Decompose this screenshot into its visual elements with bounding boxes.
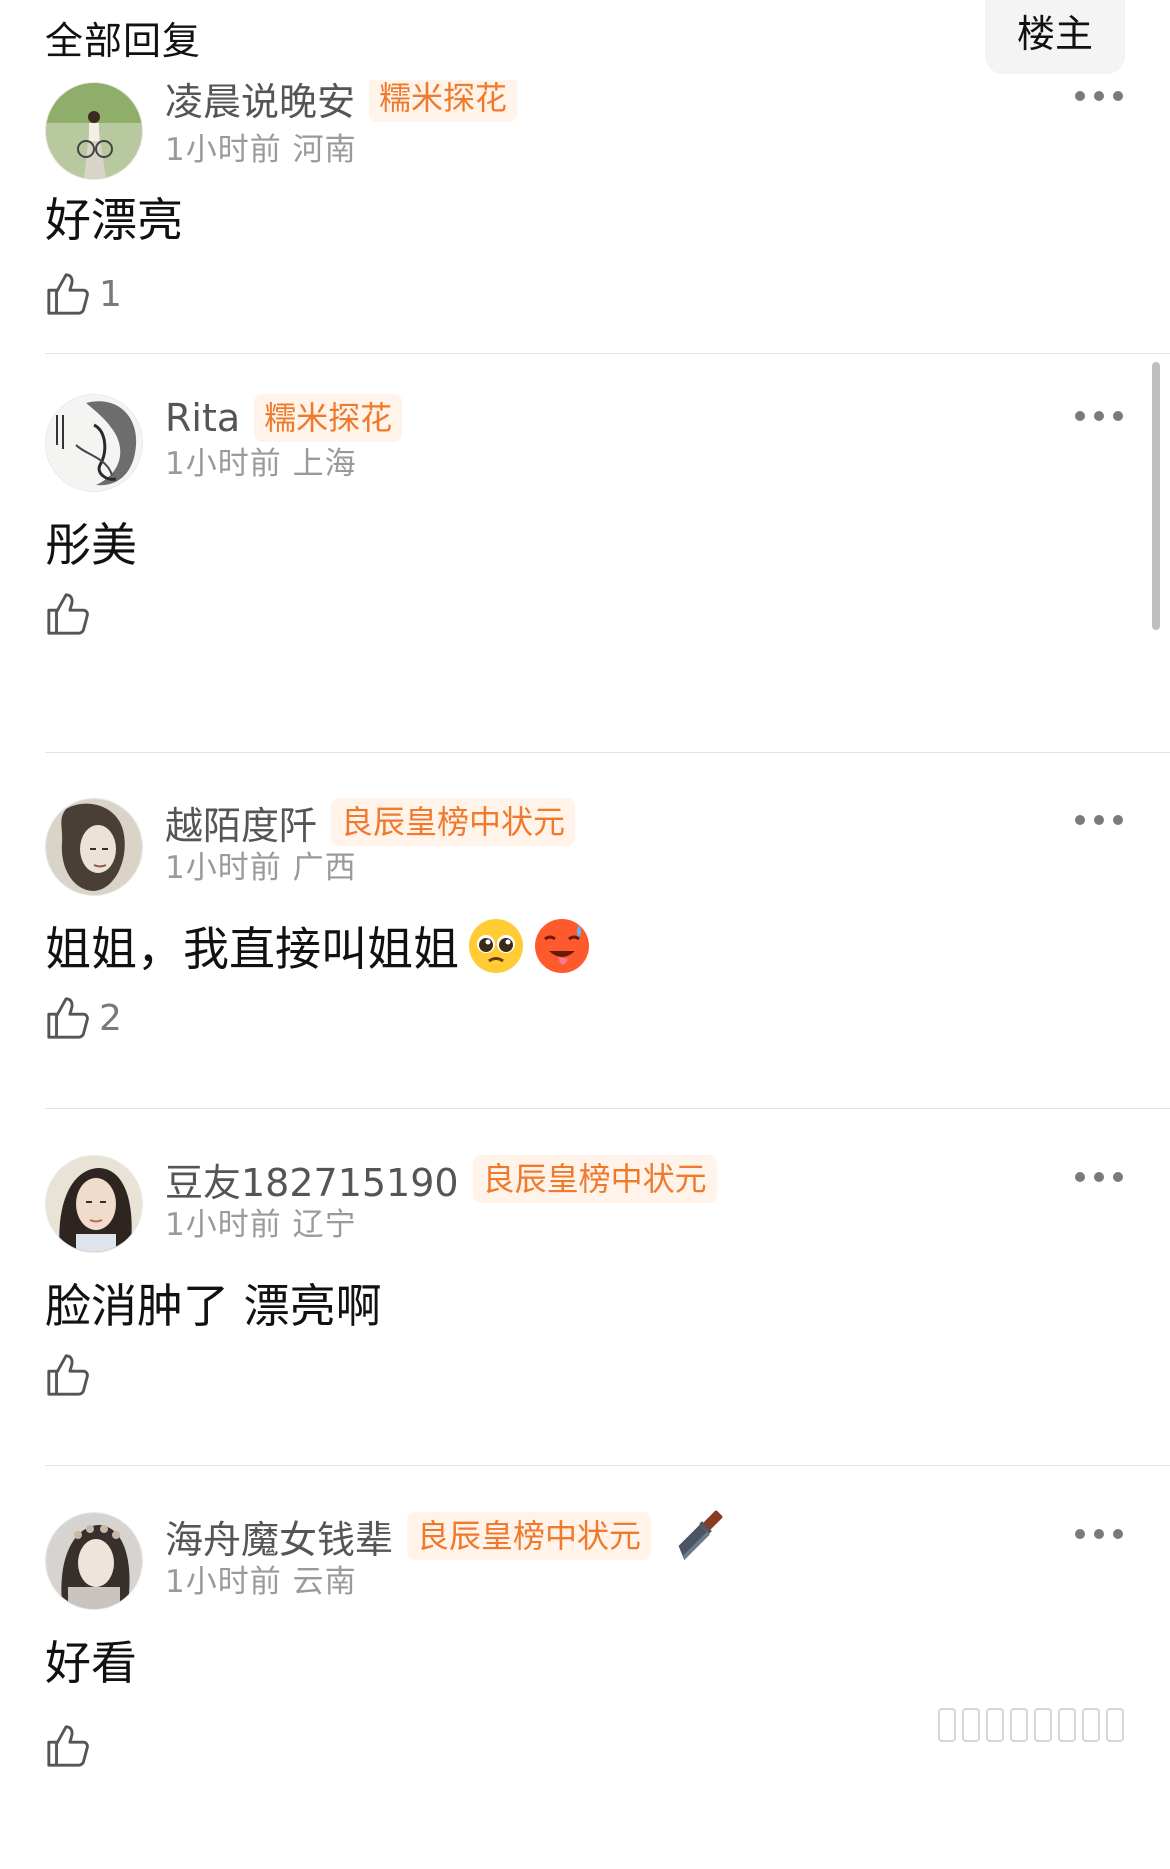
comment-time: 1小时前 bbox=[165, 132, 282, 168]
avatar[interactable] bbox=[45, 1155, 143, 1253]
like-button[interactable] bbox=[45, 1347, 99, 1403]
comment-text: 姐姐，我直接叫姐姐 bbox=[45, 913, 591, 979]
comment-location: 辽宁 bbox=[292, 1207, 357, 1243]
comment-item: 海舟魔女钱辈 良辰皇榜中状元 1小时前 云南 好看 bbox=[0, 1510, 1170, 1869]
like-button[interactable]: 1 bbox=[45, 266, 122, 322]
comment-time: 1小时前 bbox=[165, 446, 282, 482]
divider bbox=[45, 1108, 1170, 1109]
divider bbox=[45, 752, 1170, 753]
comment-time: 1小时前 bbox=[165, 850, 282, 886]
comment-location: 上海 bbox=[292, 446, 357, 482]
avatar[interactable] bbox=[45, 394, 143, 492]
thumbs-up-icon bbox=[47, 1354, 89, 1396]
pleading-face-icon bbox=[469, 919, 523, 973]
like-count: 1 bbox=[99, 273, 122, 315]
comment-text-content: 好漂亮 bbox=[45, 193, 183, 247]
comment-text: 好看 bbox=[45, 1627, 137, 1693]
comment-location: 云南 bbox=[292, 1564, 357, 1600]
comment-text-content: 姐姐，我直接叫姐姐 bbox=[45, 922, 459, 976]
more-options-button[interactable] bbox=[1075, 84, 1123, 108]
like-button[interactable] bbox=[45, 586, 99, 642]
comment-item: Rita 糯米探花 1小时前 上海 彤美 bbox=[0, 394, 1170, 753]
like-button[interactable] bbox=[45, 1718, 99, 1774]
watermark bbox=[938, 1708, 1124, 1742]
level-badge: 良辰皇榜中状元 bbox=[407, 1512, 652, 1560]
comment-text: 脸消肿了 漂亮啊 bbox=[45, 1270, 382, 1336]
divider bbox=[45, 1465, 1170, 1466]
knife-icon bbox=[678, 1510, 723, 1561]
thumbs-up-icon bbox=[47, 273, 89, 315]
more-options-button[interactable] bbox=[1075, 1522, 1123, 1546]
thumbs-up-icon bbox=[47, 1725, 89, 1767]
thumbs-up-icon bbox=[47, 997, 89, 1039]
comment-location: 河南 bbox=[292, 132, 357, 168]
more-options-button[interactable] bbox=[1075, 1165, 1123, 1189]
comment-text-content: 彤美 bbox=[45, 518, 137, 572]
level-badge: 良辰皇榜中状元 bbox=[472, 1155, 717, 1203]
level-badge: 糯米探花 bbox=[369, 74, 518, 122]
comment-time: 1小时前 bbox=[165, 1207, 282, 1243]
like-button[interactable]: 2 bbox=[45, 990, 122, 1046]
comment-time: 1小时前 bbox=[165, 1564, 282, 1600]
more-options-button[interactable] bbox=[1075, 404, 1123, 428]
level-badge: 良辰皇榜中状元 bbox=[331, 798, 576, 846]
scrollbar[interactable] bbox=[1152, 362, 1160, 630]
comment-item: 凌晨说晚安 糯米探花 1小时前 河南 好漂亮 1 bbox=[0, 74, 1170, 437]
comment-text-content: 脸消肿了 漂亮啊 bbox=[45, 1279, 382, 1333]
avatar[interactable] bbox=[45, 798, 143, 896]
comment-location: 广西 bbox=[292, 850, 357, 886]
like-count: 2 bbox=[99, 997, 122, 1039]
comment-item: 越陌度阡 良辰皇榜中状元 1小时前 广西 姐姐，我直接叫姐姐 2 bbox=[0, 798, 1170, 1155]
comment-meta: 1小时前 河南 bbox=[165, 124, 357, 169]
avatar[interactable] bbox=[45, 82, 143, 180]
comment-meta: 1小时前 辽宁 bbox=[165, 1199, 357, 1244]
comment-text: 彤美 bbox=[45, 509, 137, 575]
poster-only-filter-button[interactable]: 楼主 bbox=[985, 0, 1125, 74]
hot-face-icon bbox=[535, 919, 589, 973]
thumbs-up-icon bbox=[47, 593, 89, 635]
comment-text-content: 好看 bbox=[45, 1636, 137, 1690]
comment-meta: 1小时前 广西 bbox=[165, 842, 357, 887]
comments-header: 全部回复 楼主 bbox=[0, 0, 1170, 80]
comment-meta: 1小时前 云南 bbox=[165, 1556, 357, 1601]
comment-item: 豆友182715190 良辰皇榜中状元 1小时前 辽宁 脸消肿了 漂亮啊 bbox=[0, 1155, 1170, 1512]
more-options-button[interactable] bbox=[1075, 808, 1123, 832]
comment-meta: 1小时前 上海 bbox=[165, 438, 357, 483]
level-badge: 糯米探花 bbox=[254, 394, 403, 442]
avatar[interactable] bbox=[45, 1512, 143, 1610]
divider bbox=[45, 353, 1170, 354]
username[interactable]: Rita bbox=[165, 396, 240, 440]
comment-text: 好漂亮 bbox=[45, 184, 183, 250]
page-title: 全部回复 bbox=[45, 19, 202, 63]
